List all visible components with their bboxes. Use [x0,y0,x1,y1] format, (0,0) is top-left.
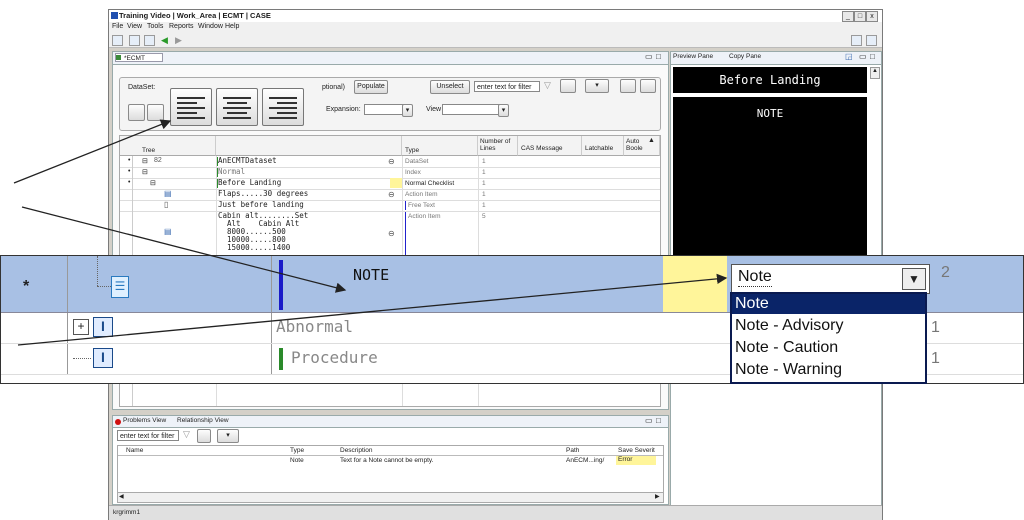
arrow-to-align-button [13,119,172,184]
arrow-to-dropdown [17,273,728,346]
callout-arrows [13,119,728,346]
arrow-to-note-row [21,206,347,293]
